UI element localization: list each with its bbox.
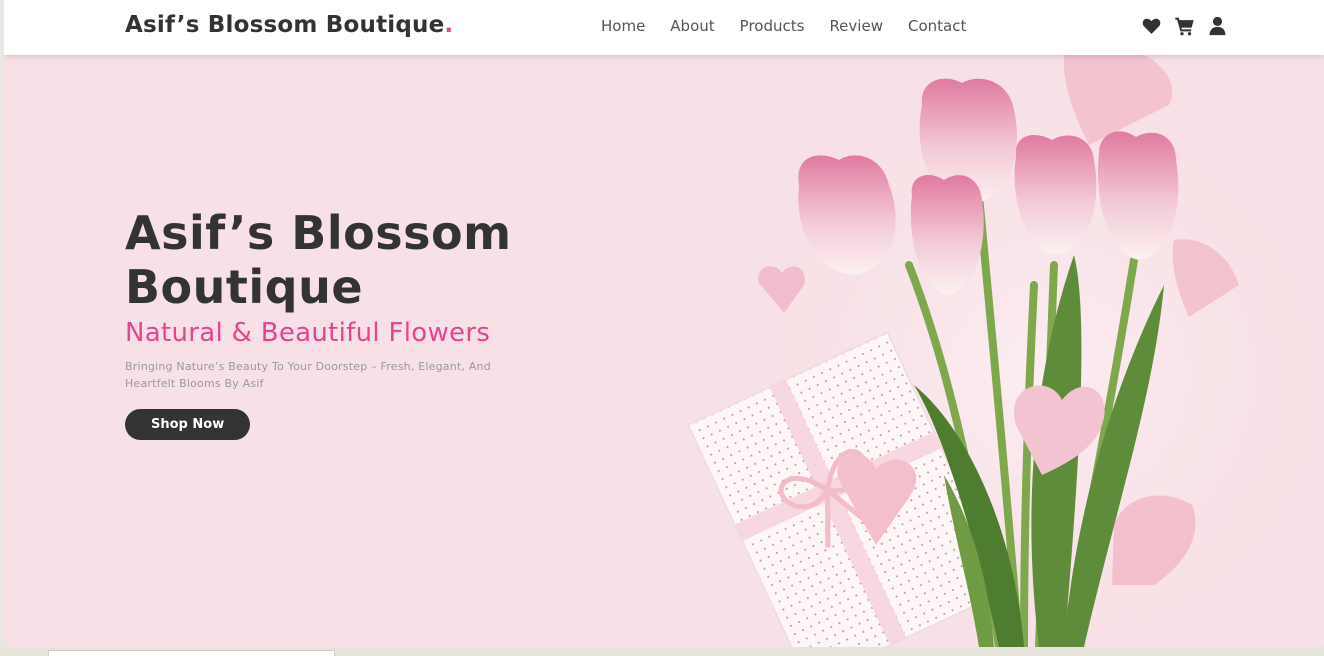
nav-home[interactable]: Home <box>601 17 645 35</box>
header-icons <box>1141 16 1228 36</box>
nav-contact[interactable]: Contact <box>908 17 966 35</box>
nav-products[interactable]: Products <box>740 17 805 35</box>
brand-dot: . <box>444 12 454 38</box>
shop-now-button[interactable]: Shop Now <box>125 409 251 440</box>
heart-icon[interactable] <box>1141 16 1162 36</box>
hero-image <box>644 55 1324 647</box>
main-nav: Home About Products Review Contact <box>601 17 991 35</box>
brand-logo[interactable]: Asif’s Blossom Boutique. <box>125 12 453 38</box>
nav-review[interactable]: Review <box>829 17 883 35</box>
nav-about[interactable]: About <box>670 17 714 35</box>
brand-name: Asif’s Blossom Boutique <box>125 12 445 38</box>
hero-section: Asif’s Blossom Boutique Natural & Beauti… <box>125 206 545 440</box>
site-header: Asif’s Blossom Boutique. Home About Prod… <box>4 0 1324 55</box>
user-icon[interactable] <box>1207 16 1228 36</box>
page-frame: Asif’s Blossom Boutique. Home About Prod… <box>4 0 1324 647</box>
taskbar-tab[interactable] <box>48 650 335 656</box>
hero-title: Asif’s Blossom Boutique <box>125 206 512 314</box>
shopping-cart-icon[interactable] <box>1174 16 1195 36</box>
hero-subtitle: Natural & Beautiful Flowers <box>125 318 491 348</box>
hero-description: Bringing Nature’s Beauty To Your Doorste… <box>125 360 491 390</box>
